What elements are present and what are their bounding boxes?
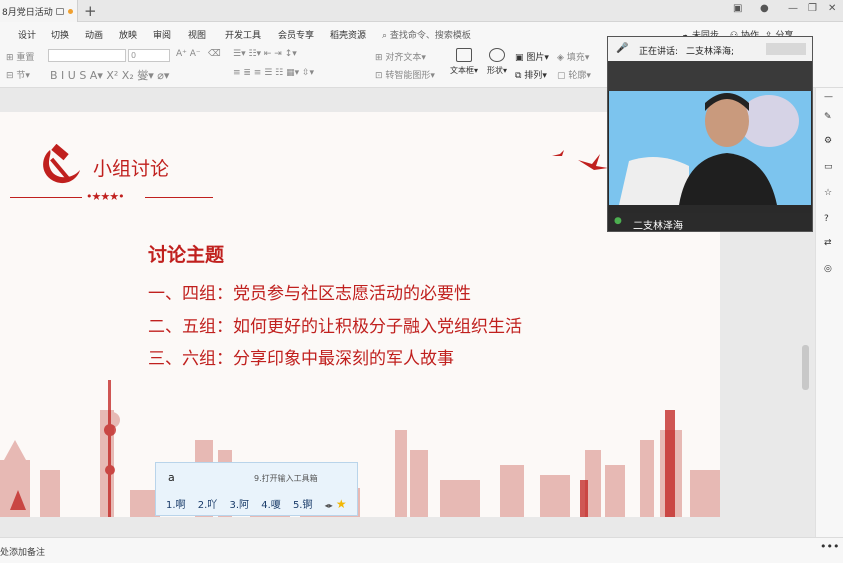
font-size-select[interactable]: 0: [128, 49, 170, 62]
menu-developer[interactable]: 开发工具: [225, 28, 261, 41]
font-grow-icon[interactable]: A⁺ A⁻: [176, 49, 201, 59]
ime-candidate[interactable]: 3.阿: [229, 500, 249, 511]
minimize-icon[interactable]: —: [788, 3, 798, 14]
title-divider-left: [10, 197, 82, 198]
align-text-button[interactable]: ⊞ 对齐文本▾: [375, 50, 426, 63]
search-placeholder: 查找命令、搜索模板: [389, 31, 471, 41]
shape-button[interactable]: 形状▾: [482, 48, 512, 76]
ime-star-icon: ★: [335, 497, 347, 511]
speaking-label: 正在讲话:: [639, 47, 679, 57]
speaker-bar: 🎤 正在讲话: 二支林泽海;: [608, 37, 812, 61]
notes-bar[interactable]: 处添加备注 •••: [0, 537, 843, 563]
ime-candidate[interactable]: 2.吖: [198, 500, 218, 511]
menu-animation[interactable]: 动画: [85, 28, 103, 41]
list-icons[interactable]: ☰▾ ☷▾ ⇤ ⇥ ↕▾: [233, 49, 297, 59]
title-divider-right: [145, 197, 213, 198]
birds-icon: [552, 150, 608, 170]
fill-button[interactable]: ◈ 填充▾: [557, 50, 589, 63]
microphone-icon: 🎤: [616, 43, 629, 54]
ime-page-arrows-icon[interactable]: ◂▸: [325, 501, 333, 510]
ime-candidate[interactable]: 4.嗄: [261, 500, 281, 511]
restore-icon[interactable]: ❐: [808, 3, 817, 14]
textbox-button[interactable]: 文本框▾: [449, 48, 479, 76]
ime-input-text: a: [168, 471, 175, 484]
arrange-button[interactable]: ⧉ 排列▾: [515, 68, 547, 81]
menu-docer[interactable]: 稻壳资源: [330, 28, 366, 41]
menu-review[interactable]: 审阅: [153, 28, 171, 41]
location-icon[interactable]: ◎: [824, 264, 836, 276]
command-search[interactable]: ⌕ 查找命令、搜索模板: [382, 28, 471, 41]
topic-item: 二、五组：如何更好的让积极分子融入党组织生活: [148, 317, 522, 337]
notes-placeholder[interactable]: 处添加备注: [0, 545, 45, 558]
pin-icon[interactable]: ✎: [824, 112, 836, 124]
right-side-panel: — ✎ ⚙ ▭ ☆ ? ⇄ ◎: [815, 88, 843, 558]
stars-icon: •★★★•: [86, 190, 125, 203]
title-bar: 8月党日活动 + ▣ ● — ❐ ✕: [0, 0, 843, 22]
menu-member[interactable]: 会员专享: [278, 28, 314, 41]
collapse-icon[interactable]: —: [824, 92, 836, 104]
unsaved-dot-icon: [67, 8, 73, 14]
topic-item: 三、六组：分享印象中最深刻的军人故事: [148, 349, 454, 369]
clear-format-icon[interactable]: ⌫: [208, 49, 221, 59]
shape-icon: [489, 48, 505, 62]
speaking-name: 二支林泽海;: [686, 47, 735, 57]
ime-candidate-window[interactable]: a 9.打开输入工具箱 1.啊 2.吖 3.阿 4.嗄 5.锕 ◂▸ ★: [155, 462, 358, 516]
reset-button[interactable]: ⊞ 重置: [6, 50, 34, 63]
video-top-band: [608, 61, 812, 91]
window-icon[interactable]: ▭: [824, 162, 836, 174]
slide-title: 小组讨论: [93, 158, 170, 180]
hammer-sickle-icon: [43, 144, 80, 184]
topic-item: 一、四组：党员参与社区志愿活动的必要性: [148, 284, 471, 304]
participant-bar: ● 二支林泽海: [608, 213, 812, 232]
vertical-scrollbar[interactable]: [802, 345, 809, 390]
new-tab-button[interactable]: +: [84, 2, 97, 20]
textbox-icon: [456, 48, 472, 62]
ime-candidates: 1.啊 2.吖 3.阿 4.嗄 5.锕 ◂▸ ★: [166, 496, 347, 511]
city-skyline-illustration: [0, 380, 720, 517]
close-icon[interactable]: ✕: [828, 3, 836, 14]
person-video-image: [609, 91, 811, 205]
ime-candidate[interactable]: 1.啊: [166, 500, 186, 511]
settings-icon[interactable]: ⚙: [824, 136, 836, 148]
ime-candidate[interactable]: 5.锕: [293, 500, 313, 511]
help-icon[interactable]: ?: [824, 214, 836, 226]
window-count-icon[interactable]: ▣: [733, 3, 742, 14]
font-name-select[interactable]: [48, 49, 126, 62]
document-tab-title: 8月党日活动: [2, 7, 53, 18]
menu-slideshow[interactable]: 放映: [119, 28, 137, 41]
topic-heading: 讨论主题: [148, 244, 225, 266]
participant-name: 二支林泽海: [633, 221, 683, 232]
document-tab[interactable]: 8月党日活动: [0, 0, 78, 22]
camera-feed: [609, 91, 811, 205]
picture-button[interactable]: ▣ 图片▾: [515, 50, 549, 63]
video-call-window[interactable]: 🎤 正在讲话: 二支林泽海; ● 二支林泽海: [607, 36, 813, 232]
section-button[interactable]: ⊟ 节▾: [6, 68, 30, 81]
screen-icon: [55, 7, 64, 15]
smart-shape-button[interactable]: ⊡ 转智能图形▾: [375, 68, 435, 81]
more-icon[interactable]: •••: [820, 540, 839, 553]
star-icon[interactable]: ☆: [824, 188, 836, 200]
ime-toolbox-hint[interactable]: 9.打开输入工具箱: [254, 473, 318, 484]
search-icon: ⌕: [382, 31, 388, 41]
format-icons[interactable]: B I U S A▾ X² X₂ 燮▾ ⌀▾: [50, 67, 169, 83]
speaker-avatars: [766, 43, 806, 55]
align-icons[interactable]: ≡ ≣ ≡ ☰ ☷ ▦▾ ⇳▾: [233, 68, 314, 78]
menu-view[interactable]: 视图: [188, 28, 206, 41]
menu-transition[interactable]: 切换: [51, 28, 69, 41]
mic-on-icon: ●: [614, 216, 622, 226]
share-icon[interactable]: ⇄: [824, 238, 836, 250]
avatar[interactable]: ●: [760, 3, 769, 14]
menu-design[interactable]: 设计: [18, 28, 36, 41]
outline-button[interactable]: ▢ 轮廓▾: [557, 68, 591, 81]
